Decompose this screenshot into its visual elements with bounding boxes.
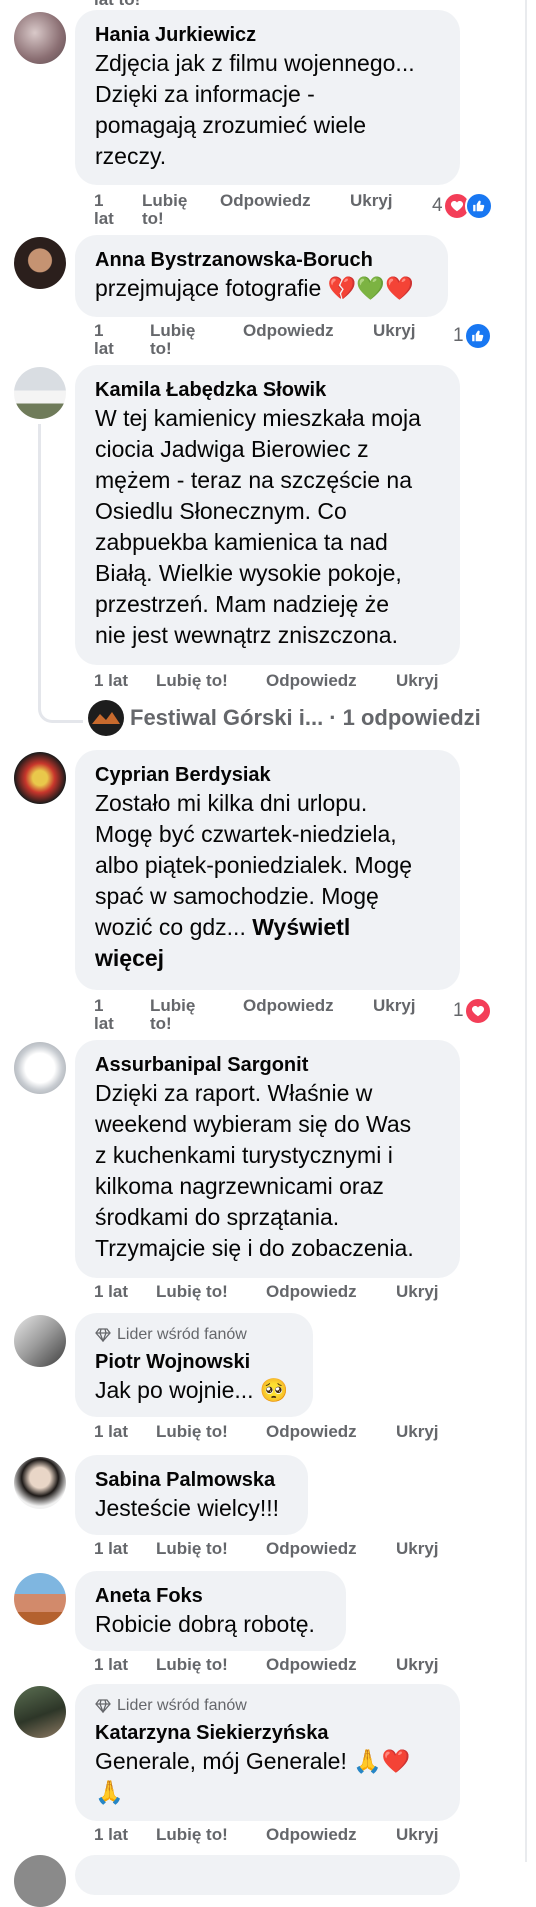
reactions-summary[interactable]: 1 (453, 322, 492, 350)
comment-text: Robicie dobrą robotę. (95, 1611, 315, 1637)
comment-text: przejmujące fotografie 💔💚❤️ (95, 275, 414, 301)
comment-text: W tej kamienicy mieszkała moja ciocia Ja… (95, 405, 421, 648)
comment-time[interactable]: 1 lat (94, 997, 114, 1033)
comment-text: Dzięki za raport. Właśnie w weekend wybi… (95, 1080, 414, 1261)
view-replies-link[interactable]: Festiwal Górski i... · 1 odpowiedzi (88, 700, 481, 736)
comment-bubble: Hania Jurkiewicz Zdjęcia jak z filmu woj… (75, 10, 460, 185)
hide-button[interactable]: Ukryj (350, 192, 393, 210)
comment-bubble: Sabina Palmowska Jesteście wielcy!!! (75, 1455, 308, 1535)
right-divider (525, 0, 527, 1862)
avatar (88, 700, 124, 736)
comment-bubble: Anna Bystrzanowska-Boruch przejmujące fo… (75, 235, 448, 317)
previous-comment-actions: lat to! (94, 0, 140, 10)
comment-bubble (75, 1855, 460, 1895)
reply-button[interactable]: Odpowiedz (243, 997, 334, 1015)
like-button[interactable]: Lubię to! (142, 192, 187, 228)
badge-label: Lider wśród fanów (117, 1697, 247, 1714)
like-button[interactable]: Lubię to! (150, 997, 195, 1033)
avatar[interactable] (14, 1686, 66, 1738)
hide-button[interactable]: Ukryj (373, 322, 416, 340)
reaction-count: 1 (453, 1000, 464, 1021)
like-button[interactable]: Lubię to! (150, 322, 195, 358)
like-button[interactable]: Lubię to! (156, 1283, 228, 1301)
reply-button[interactable]: Odpowiedz (266, 1283, 357, 1301)
comment-bubble: Assurbanipal Sargonit Dzięki za raport. … (75, 1040, 460, 1278)
avatar[interactable] (14, 12, 66, 64)
thumbs-up-icon (463, 322, 492, 350)
comment-bubble: Kamila Łabędzka Słowik W tej kamienicy m… (75, 365, 460, 665)
comment-time[interactable]: 1 lat (94, 1826, 128, 1844)
avatar[interactable] (14, 1315, 66, 1367)
like-button[interactable]: Lubię to! (156, 1826, 228, 1844)
diamond-icon (95, 1699, 111, 1713)
comment-bubble: Aneta Foks Robicie dobrą robotę. (75, 1571, 346, 1651)
comment-author[interactable]: Hania Jurkiewicz (95, 22, 440, 48)
comment-author[interactable]: Kamila Łabędzka Słowik (95, 377, 440, 403)
comment-text: Jesteście wielcy!!! (95, 1495, 280, 1521)
comment-author[interactable]: Piotr Wojnowski (95, 1349, 293, 1375)
comment-author[interactable]: Anna Bystrzanowska-Boruch (95, 247, 428, 273)
hide-button[interactable]: Ukryj (396, 1540, 439, 1558)
reply-button[interactable]: Odpowiedz (243, 322, 334, 340)
comment-bubble: Lider wśród fanów Piotr Wojnowski Jak po… (75, 1313, 313, 1417)
comment-text: Zostało mi kilka dni urlopu. Mogę być cz… (95, 790, 413, 971)
comment-time[interactable]: 1 lat (94, 1283, 128, 1301)
comment-time[interactable]: 1 lat (94, 672, 128, 690)
hide-button[interactable]: Ukryj (396, 1826, 439, 1844)
thumbs-up-icon (464, 192, 493, 220)
comment-time[interactable]: 1 lat (94, 1540, 128, 1558)
comment-bubble: Cyprian Berdysiak Zostało mi kilka dni u… (75, 750, 460, 990)
comment-text: Zdjęcia jak z filmu wojennego... Dzięki … (95, 50, 415, 169)
fan-badge: Lider wśród fanów (95, 1696, 440, 1716)
like-button[interactable]: Lubię to! (156, 672, 228, 690)
avatar[interactable] (14, 752, 66, 804)
reply-button[interactable]: Odpowiedz (266, 1540, 357, 1558)
comment-author[interactable]: Assurbanipal Sargonit (95, 1052, 440, 1078)
comment-time[interactable]: 1 lat (94, 192, 114, 228)
reply-button[interactable]: Odpowiedz (266, 1423, 357, 1441)
replies-author: Festiwal Górski i... (130, 705, 324, 730)
reply-button[interactable]: Odpowiedz (266, 1826, 357, 1844)
hide-button[interactable]: Ukryj (373, 997, 416, 1015)
comment-text: Generale, mój Generale! 🙏❤️ 🙏 (95, 1748, 411, 1805)
avatar[interactable] (14, 367, 66, 419)
hide-button[interactable]: Ukryj (396, 1283, 439, 1301)
reaction-count: 1 (453, 325, 464, 346)
fan-badge: Lider wśród fanów (95, 1325, 293, 1345)
hide-button[interactable]: Ukryj (396, 672, 439, 690)
diamond-icon (95, 1328, 111, 1342)
avatar[interactable] (14, 237, 66, 289)
hide-button[interactable]: Ukryj (396, 1656, 439, 1674)
avatar[interactable] (14, 1042, 66, 1094)
comment-author[interactable]: Sabina Palmowska (95, 1467, 288, 1493)
hide-button[interactable]: Ukryj (396, 1423, 439, 1441)
reactions-summary[interactable]: 4 (432, 192, 493, 220)
comment-author[interactable]: Aneta Foks (95, 1583, 326, 1609)
reply-button[interactable]: Odpowiedz (266, 672, 357, 690)
like-button[interactable]: Lubię to! (156, 1423, 228, 1441)
comment-author[interactable]: Cyprian Berdysiak (95, 762, 440, 788)
replies-count: · 1 odpowiedzi (329, 705, 481, 730)
reply-button[interactable]: Odpowiedz (220, 192, 311, 210)
badge-label: Lider wśród fanów (117, 1326, 247, 1343)
avatar[interactable] (14, 1573, 66, 1625)
like-button[interactable]: Lubię to! (156, 1656, 228, 1674)
heart-icon (463, 997, 492, 1025)
reply-button[interactable]: Odpowiedz (266, 1656, 357, 1674)
comment-time[interactable]: 1 lat (94, 1423, 128, 1441)
like-button[interactable]: Lubię to! (156, 1540, 228, 1558)
avatar[interactable] (14, 1457, 66, 1509)
comment-bubble: Lider wśród fanów Katarzyna Siekierzyńsk… (75, 1684, 460, 1821)
avatar[interactable] (14, 1855, 66, 1907)
comment-text: Jak po wojnie... 🥺 (95, 1377, 289, 1403)
reactions-summary[interactable]: 1 (453, 997, 492, 1025)
comment-author[interactable]: Katarzyna Siekierzyńska (95, 1720, 440, 1746)
comment-time[interactable]: 1 lat (94, 1656, 128, 1674)
reaction-count: 4 (432, 195, 443, 216)
comment-time[interactable]: 1 lat (94, 322, 114, 358)
